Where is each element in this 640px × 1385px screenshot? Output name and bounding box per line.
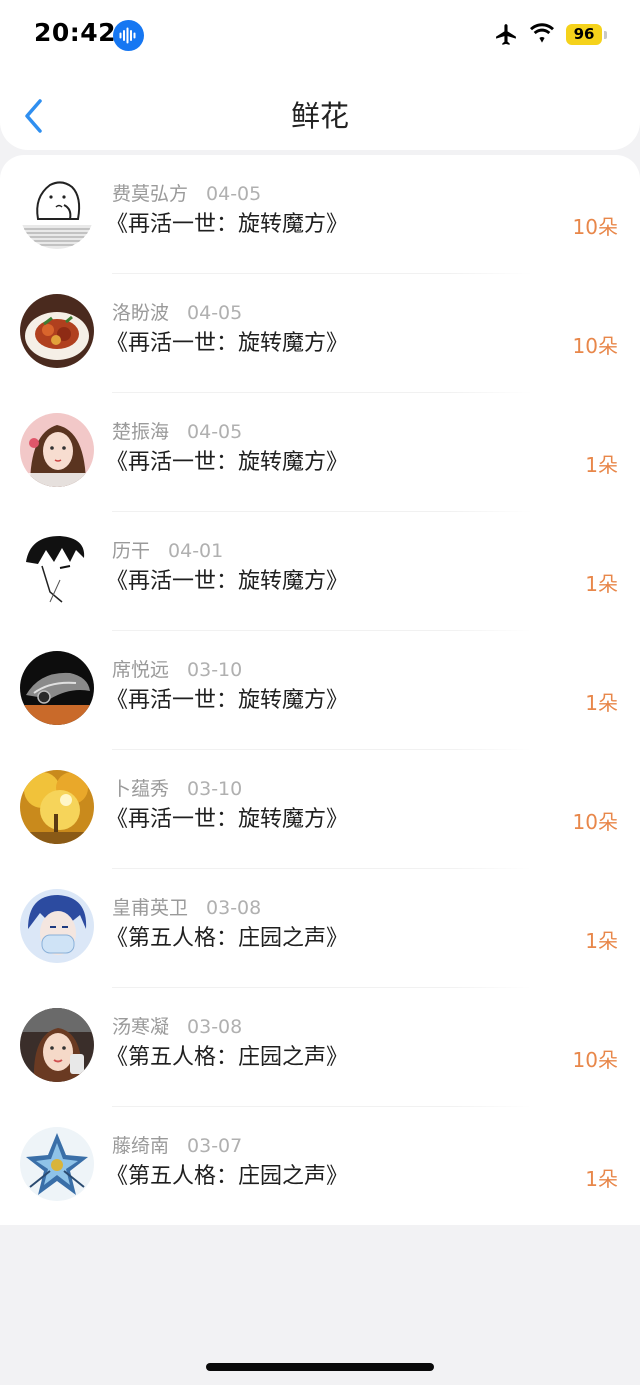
flower-count: 1朵 [585,691,618,715]
home-indicator[interactable] [206,1363,434,1371]
user-name-text: 汤寒凝 [112,1016,170,1038]
book-title[interactable]: 《再活一世：旋转魔方》 [106,566,348,598]
user-avatar[interactable] [20,770,94,844]
gift-date: 04-05 [206,183,262,205]
flower-list: 费莫弘方 04-05 《再活一世：旋转魔方》 10朵 洛盼波 04-05 《再活一世… [0,155,640,1225]
book-title[interactable]: 《再活一世：旋转魔方》 [106,685,348,717]
user-name: 历干 04-01 [112,536,223,563]
user-name-text: 卜蕴秀 [112,778,170,800]
book-title[interactable]: 《第五人格：庄园之声》 [106,1042,348,1074]
status-time: 20:42 [34,18,117,47]
battery-cap [604,31,607,39]
user-avatar[interactable] [20,294,94,368]
user-name: 席悦远 03-10 [112,655,242,682]
flower-count: 10朵 [572,215,618,239]
user-avatar[interactable] [20,1008,94,1082]
page-title: 鲜花 [290,99,349,133]
flower-count: 1朵 [585,453,618,477]
book-title[interactable]: 《第五人格：庄园之声》 [106,923,348,955]
user-name-text: 藤绮南 [112,1135,170,1157]
list-item[interactable]: 费莫弘方 04-05 《再活一世：旋转魔方》 10朵 [0,155,640,274]
flower-count: 1朵 [585,1167,618,1191]
user-name-text: 费莫弘方 [112,183,189,205]
flower-count: 1朵 [585,572,618,596]
list-item[interactable]: 席悦远 03-10 《再活一世：旋转魔方》 1朵 [0,631,640,750]
list-item[interactable]: 历干 04-01 《再活一世：旋转魔方》 1朵 [0,512,640,631]
gift-date: 04-01 [168,540,224,562]
gift-date: 03-07 [187,1135,243,1157]
user-name: 皇甫英卫 03-08 [112,893,261,920]
user-name-text: 席悦远 [112,659,170,681]
user-name: 洛盼波 04-05 [112,298,242,325]
book-title[interactable]: 《第五人格：庄园之声》 [106,1161,348,1193]
screen: 20:42 96 鲜花 费莫弘方 04-05 《再活一世：旋转魔方》 10朵 洛… [0,0,640,1385]
user-avatar[interactable] [20,651,94,725]
list-item[interactable]: 洛盼波 04-05 《再活一世：旋转魔方》 10朵 [0,274,640,393]
user-avatar[interactable] [20,1127,94,1201]
wifi-icon [529,23,555,47]
user-name: 汤寒凝 03-08 [112,1012,242,1039]
book-title[interactable]: 《再活一世：旋转魔方》 [106,804,348,836]
user-avatar[interactable] [20,889,94,963]
gift-date: 03-08 [187,1016,243,1038]
book-title[interactable]: 《再活一世：旋转魔方》 [106,447,348,479]
user-name-text: 楚振海 [112,421,170,443]
airplane-mode-icon [494,22,519,51]
list-item[interactable]: 卜蕴秀 03-10 《再活一世：旋转魔方》 10朵 [0,750,640,869]
battery-indicator: 96 [566,24,602,45]
user-name-text: 皇甫英卫 [112,897,189,919]
user-avatar[interactable] [20,175,94,249]
user-name: 卜蕴秀 03-10 [112,774,242,801]
gift-date: 03-10 [187,659,243,681]
flower-count: 1朵 [585,929,618,953]
list-item[interactable]: 皇甫英卫 03-08 《第五人格：庄园之声》 1朵 [0,869,640,988]
gift-date: 04-05 [187,302,243,324]
gift-date: 03-08 [206,897,262,919]
list-item[interactable]: 藤绮南 03-07 《第五人格：庄园之声》 1朵 [0,1107,640,1226]
book-title[interactable]: 《再活一世：旋转魔方》 [106,328,348,360]
gift-date: 04-05 [187,421,243,443]
list-item[interactable]: 汤寒凝 03-08 《第五人格：庄园之声》 10朵 [0,988,640,1107]
user-avatar[interactable] [20,413,94,487]
user-name: 费莫弘方 04-05 [112,179,261,206]
book-title[interactable]: 《再活一世：旋转魔方》 [106,209,348,241]
voice-memo-icon[interactable] [113,20,144,51]
header: 20:42 96 鲜花 [0,0,640,150]
user-avatar[interactable] [20,532,94,606]
flower-count: 10朵 [572,334,618,358]
user-name-text: 历干 [112,540,151,562]
user-name: 藤绮南 03-07 [112,1131,242,1158]
list-item[interactable]: 楚振海 04-05 《再活一世：旋转魔方》 1朵 [0,393,640,512]
user-name-text: 洛盼波 [112,302,170,324]
user-name: 楚振海 04-05 [112,417,242,444]
gift-date: 03-10 [187,778,243,800]
status-bar: 20:42 96 [0,0,640,70]
flower-count: 10朵 [572,1048,618,1072]
flower-count: 10朵 [572,810,618,834]
